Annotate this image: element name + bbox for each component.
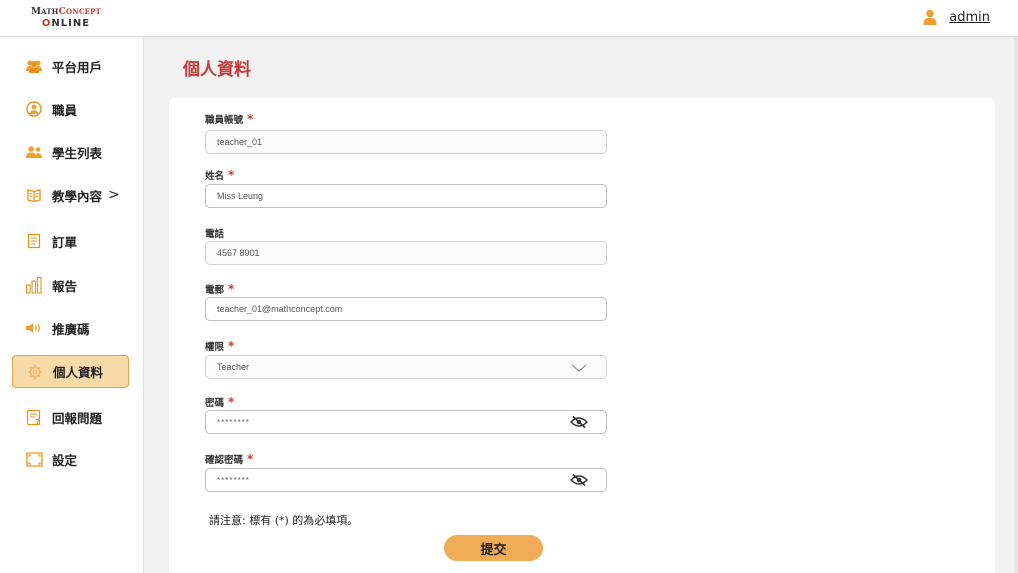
eye-off-icon[interactable]	[570, 473, 588, 487]
sidebar-item-label: 個人資料	[53, 365, 104, 380]
role-select[interactable]: Teacher	[205, 355, 607, 379]
staff-id-input[interactable]: teacher_01	[205, 130, 607, 154]
sidebar-item-label: 平台用戶	[52, 59, 103, 75]
students-icon	[25, 143, 43, 161]
order-icon	[25, 232, 43, 250]
top-header: MATHCONCEPT ONLINE admin	[0, 0, 1018, 37]
email-value: teacher_01@mathconcept.com	[217, 304, 343, 314]
profile-form-card	[169, 98, 995, 573]
required-mark: *	[228, 395, 235, 409]
role-label: 權限 *	[205, 339, 235, 353]
megaphone-icon	[25, 319, 43, 337]
book-icon	[25, 186, 43, 204]
logo-line-2: ONLINE	[41, 18, 91, 29]
user-menu[interactable]: admin	[923, 7, 990, 27]
sidebar-item-label: 教學內容	[52, 188, 103, 204]
name-label: 姓名 *	[205, 168, 235, 182]
feedback-icon: ?	[25, 408, 43, 426]
phone-value: 4567 8901	[217, 248, 260, 258]
mathconcept-logo[interactable]: MATHCONCEPT ONLINE	[26, 6, 106, 30]
chart-icon	[25, 276, 43, 294]
confirm-password-value: ********	[217, 475, 250, 485]
staff-id-value: teacher_01	[217, 137, 263, 147]
name-value: Miss Leung	[217, 191, 264, 201]
phone-input[interactable]: 4567 8901	[205, 241, 607, 265]
role-value: Teacher	[217, 362, 250, 372]
gear-icon	[26, 363, 44, 381]
sidebar-item-label: 學生列表	[52, 145, 103, 161]
sidebar-item-report-issue[interactable]: ? 回報問題	[12, 401, 129, 433]
sidebar-item-students[interactable]: 學生列表	[12, 136, 129, 168]
password-input[interactable]: ********	[205, 410, 607, 434]
password-value: ********	[217, 417, 250, 427]
submit-button[interactable]: 提交	[444, 535, 543, 561]
user-name-link[interactable]: admin	[949, 10, 990, 25]
phone-label: 電話	[205, 229, 225, 240]
eye-off-icon[interactable]	[570, 415, 588, 429]
user-icon	[923, 9, 937, 25]
sidebar-item-label: 報告	[52, 278, 78, 294]
sidebar-item-profile[interactable]: 個人資料	[12, 355, 129, 388]
confirm-password-label: 確認密碼 *	[205, 452, 254, 466]
scrollbar[interactable]	[1014, 37, 1018, 573]
settings-frame-icon	[25, 450, 43, 468]
required-mark: *	[228, 282, 235, 296]
confirm-password-input[interactable]: ********	[205, 468, 607, 492]
sidebar-item-reports[interactable]: 報告	[12, 269, 129, 301]
chevron-down-icon	[571, 364, 587, 372]
sidebar-item-label: 訂單	[52, 234, 78, 250]
sidebar-item-platform-users[interactable]: 平台用戶	[12, 50, 129, 82]
users-group-icon	[25, 57, 43, 75]
logo-line-1: MATHCONCEPT	[30, 7, 102, 17]
email-label: 電郵 *	[205, 282, 235, 296]
sidebar-item-label: 回報問題	[52, 410, 103, 426]
sidebar: 平台用戶 職員 學生列表 教學內容 > 訂單 報告 推廣碼 個人資料 ? 回報問…	[0, 37, 144, 573]
sidebar-item-promo-codes[interactable]: 推廣碼	[12, 312, 129, 344]
sidebar-item-label: 設定	[52, 452, 78, 468]
page-title: 個人資料	[183, 60, 251, 80]
required-mark: *	[247, 452, 254, 466]
staff-id-label: 職員帳號 *	[205, 112, 254, 126]
required-mark: *	[228, 168, 235, 182]
password-label: 密碼 *	[205, 395, 235, 409]
sidebar-item-settings[interactable]: 設定	[12, 443, 129, 475]
svg-text:?: ?	[36, 418, 40, 426]
name-input[interactable]: Miss Leung	[205, 184, 607, 208]
staff-icon	[25, 100, 43, 118]
required-mark: *	[247, 112, 254, 126]
sidebar-item-staff[interactable]: 職員	[12, 93, 129, 125]
chevron-right-icon: >	[108, 187, 120, 203]
required-mark: *	[228, 339, 235, 353]
sidebar-item-label: 推廣碼	[52, 321, 90, 337]
required-fields-note: 請注意: 標有 (*) 的為必填項。	[209, 514, 359, 527]
sidebar-item-teaching-content[interactable]: 教學內容 >	[12, 179, 129, 211]
sidebar-item-label: 職員	[52, 102, 78, 118]
email-input[interactable]: teacher_01@mathconcept.com	[205, 297, 607, 321]
sidebar-item-orders[interactable]: 訂單	[12, 225, 129, 257]
